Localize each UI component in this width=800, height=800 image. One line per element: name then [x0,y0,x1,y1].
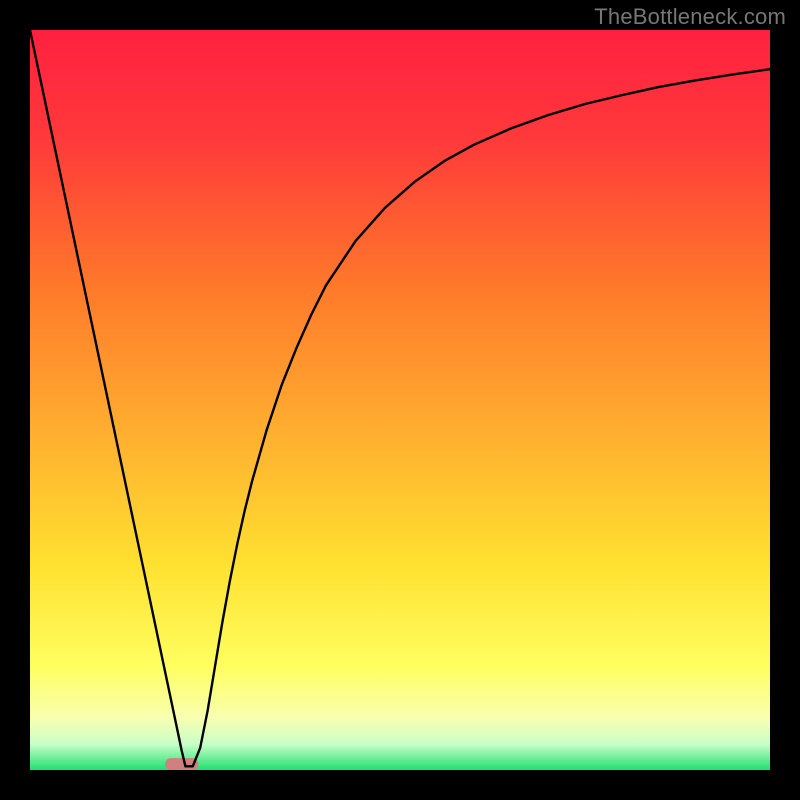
chart-frame: TheBottleneck.com [0,0,800,800]
attribution-text: TheBottleneck.com [594,4,786,30]
bottleneck-chart [30,30,770,770]
chart-background [30,30,770,770]
